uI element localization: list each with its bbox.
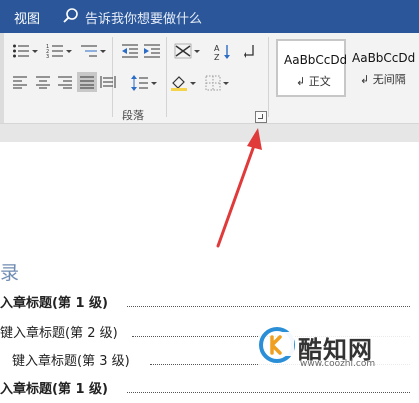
watermark-url: www.coozhi.com <box>300 359 376 369</box>
decrease-indent-button[interactable] <box>121 43 139 59</box>
chinese-layout-icon <box>174 43 192 59</box>
paragraph-group-label: 段落 <box>122 109 144 122</box>
ribbon-document-divider <box>0 124 419 142</box>
tab-view[interactable]: 视图 <box>14 8 40 27</box>
multilevel-list-button[interactable] <box>80 43 106 59</box>
decrease-indent-icon <box>122 44 138 58</box>
ribbon-home: 1 2 3 AZ 段落 AaBbCcDd ↲ 正文 AaBbCcDd ↲ 无间隔 <box>0 33 419 124</box>
sort-button[interactable]: AZ <box>214 43 232 61</box>
chinese-layout-button[interactable] <box>174 43 200 59</box>
align-right-button[interactable] <box>57 75 73 89</box>
coozhi-logo-icon <box>259 327 295 363</box>
distributed-button[interactable] <box>100 75 116 89</box>
increase-indent-icon <box>144 44 160 58</box>
multilevel-list-icon <box>81 45 97 57</box>
style-name: ↲ 正文 <box>296 75 331 88</box>
svg-text:A: A <box>214 44 220 53</box>
increase-indent-button[interactable] <box>143 43 161 59</box>
show-marks-icon <box>244 45 254 58</box>
justify-button[interactable] <box>77 72 97 92</box>
style-sample: AaBbCcDd <box>284 53 348 67</box>
toc-entry[interactable]: 入章标题(第 1 级) <box>0 292 410 311</box>
bullets-button[interactable] <box>12 43 38 59</box>
sort-icon: AZ <box>214 44 230 61</box>
align-center-icon <box>36 76 50 89</box>
show-marks-button[interactable] <box>244 43 256 59</box>
justify-icon <box>80 76 94 89</box>
align-left-button[interactable] <box>12 75 28 89</box>
borders-button[interactable] <box>205 75 229 91</box>
align-right-icon <box>58 76 72 89</box>
ribbon-left-edge <box>0 33 4 123</box>
numbering-icon: 1 2 3 <box>46 44 63 59</box>
shading-button[interactable] <box>170 75 196 91</box>
style-sample: AaBbCcDd <box>352 51 416 65</box>
svg-text:Z: Z <box>214 53 220 61</box>
borders-icon <box>205 75 221 91</box>
svg-text:3: 3 <box>46 54 49 59</box>
line-spacing-icon <box>131 75 148 91</box>
style-no-spacing[interactable]: AaBbCcDd ↲ 无间隔 <box>346 39 416 93</box>
dialog-launcher-icon[interactable] <box>255 111 267 123</box>
style-name: ↲ 无间隔 <box>360 73 406 86</box>
align-left-icon <box>13 76 27 89</box>
style-normal[interactable]: AaBbCcDd ↲ 正文 <box>276 39 348 97</box>
distributed-icon <box>100 76 116 88</box>
search-icon <box>63 8 78 23</box>
bullets-icon <box>13 44 29 58</box>
align-center-button[interactable] <box>35 75 51 89</box>
tell-me-search[interactable]: 告诉我你想要做什么 <box>85 8 202 27</box>
watermark: 酷知网 www.coozhi.com <box>258 324 418 378</box>
numbering-button[interactable]: 1 2 3 <box>46 43 72 59</box>
toc-entry[interactable]: 入章标题(第 1 级) <box>0 378 410 397</box>
title-bar: 视图 告诉我你想要做什么 <box>0 0 419 33</box>
shading-icon <box>171 76 187 91</box>
toc-title: 录 <box>0 262 20 284</box>
line-spacing-button[interactable] <box>131 75 157 91</box>
